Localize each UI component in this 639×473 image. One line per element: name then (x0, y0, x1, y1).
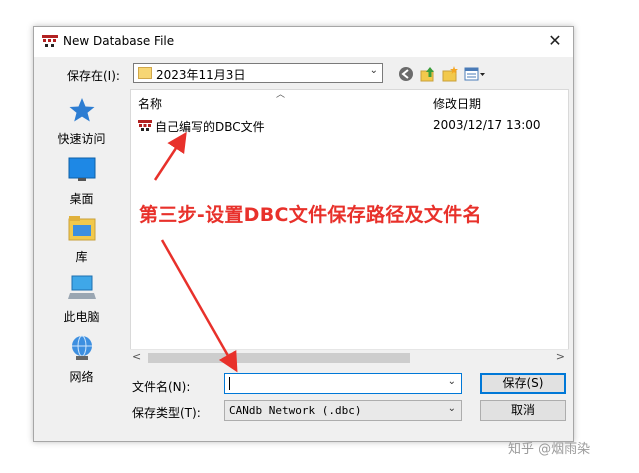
arrow-to-filename (160, 239, 238, 373)
watermark: 知乎 @烟雨染 (508, 442, 591, 457)
arrow-to-file (153, 131, 187, 181)
annotation-arrows (153, 131, 238, 373)
